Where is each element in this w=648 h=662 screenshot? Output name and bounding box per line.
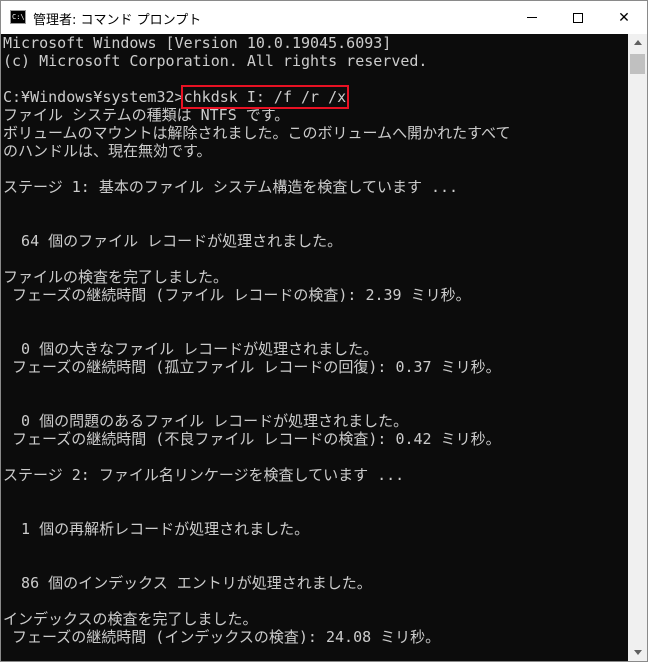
maximize-button[interactable] [555,1,601,34]
console-line-text: フェーズの継続時間 (ファイル レコードの検査): 2.39 ミリ秒。 [3,286,471,304]
console-line: フェーズの継続時間 (ファイル レコードの検査): 2.39 ミリ秒。 [3,286,628,304]
console-line-text: ボリュームのマウントは解除されました。このボリュームへ開かれたすべて [3,124,511,142]
console-output[interactable]: Microsoft Windows [Version 10.0.19045.60… [1,34,628,661]
close-button[interactable]: ✕ [601,1,647,34]
console-line: フェーズの継続時間 (インデックスの検査): 24.08 ミリ秒。 [3,628,628,646]
console-line-text: 1 個の再解析レコードが処理されました。 [3,520,310,538]
console-line-text: 64 個のファイル レコードが処理されました。 [3,232,343,250]
scrollbar-thumb[interactable] [630,54,645,74]
close-icon: ✕ [618,9,630,26]
console-line-text: ファイル システムの種類は NTFS です。 [3,106,290,124]
maximize-icon [573,12,583,23]
console-line: フェーズの継続時間 (不良ファイル レコードの検査): 0.42 ミリ秒。 [3,430,628,448]
console-line: ボリュームのマウントは解除されました。このボリュームへ開かれたすべて [3,124,628,142]
console-line: フェーズの継続時間 (孤立ファイル レコードの回復): 0.37 ミリ秒。 [3,358,628,376]
console-line-text: インデックスの検査を完了しました。 [3,610,258,628]
console-line: ステージ 1: 基本のファイル システム構造を検査しています ... [3,178,628,196]
console-line-text: 86 個のインデックス エントリが処理されました。 [3,574,372,592]
scroll-up-button[interactable] [628,34,647,51]
console-line: (c) Microsoft Corporation. All rights re… [3,52,628,70]
console-line: C:¥Windows¥system32>chkdsk I: /f /r /x [3,85,628,109]
console-line: のハンドルは、現在無効です。 [3,142,628,160]
command-prompt-icon[interactable]: C:\ [10,10,26,24]
console-line-text: ステージ 2: ファイル名リンケージを検査しています ... [3,466,405,484]
chkdsk-command: chkdsk I: /f /r /x [180,85,350,109]
console-line: 0 個の大きなファイル レコードが処理されました。 [3,340,628,358]
window-title: 管理者: コマンド プロンプト [33,13,202,28]
title-bar[interactable]: C:\ 管理者: コマンド プロンプト ✕ [1,1,647,34]
console-line: 1 個の再解析レコードが処理されました。 [3,520,628,538]
console-line-text: 0 個の大きなファイル レコードが処理されました。 [3,340,379,358]
console-line: 0 個の問題のあるファイル レコードが処理されました。 [3,412,628,430]
console-line: ファイルの検査を完了しました。 [3,268,628,286]
console-line: Microsoft Windows [Version 10.0.19045.60… [3,34,628,52]
console-line-text: Microsoft Windows [Version 10.0.19045.60… [3,34,392,52]
console-line-text: (c) Microsoft Corporation. All rights re… [3,52,428,70]
console-line: ステージ 2: ファイル名リンケージを検査しています ... [3,466,628,484]
console-line-text: ステージ 1: 基本のファイル システム構造を検査しています ... [3,178,459,196]
command-prompt-path: C:¥Windows¥system32> [3,88,184,106]
console-line-text: フェーズの継続時間 (孤立ファイル レコードの回復): 0.37 ミリ秒。 [3,358,501,376]
minimize-icon [527,17,537,18]
console-line: インデックスの検査を完了しました。 [3,610,628,628]
scroll-down-button[interactable] [628,644,647,661]
console-text: Microsoft Windows [Version 10.0.19045.60… [1,34,628,646]
scroll-down-icon [633,650,642,655]
scroll-up-icon [633,40,642,45]
console-line-text: 0 個の問題のあるファイル レコードが処理されました。 [3,412,409,430]
console-line-text: のハンドルは、現在無効です。 [3,142,212,160]
minimize-button[interactable] [509,1,555,34]
console-line: ファイル システムの種類は NTFS です。 [3,106,628,124]
console-line-text: フェーズの継続時間 (インデックスの検査): 24.08 ミリ秒。 [3,628,441,646]
console-line-text: ファイルの検査を完了しました。 [3,268,229,286]
console-line: 64 個のファイル レコードが処理されました。 [3,232,628,250]
console-line-text: フェーズの継続時間 (不良ファイル レコードの検査): 0.42 ミリ秒。 [3,430,501,448]
vertical-scrollbar[interactable] [628,34,647,661]
cmd-window: C:\ 管理者: コマンド プロンプト ✕ Microsoft Windows … [0,0,648,662]
console-line: 86 個のインデックス エントリが処理されました。 [3,574,628,592]
